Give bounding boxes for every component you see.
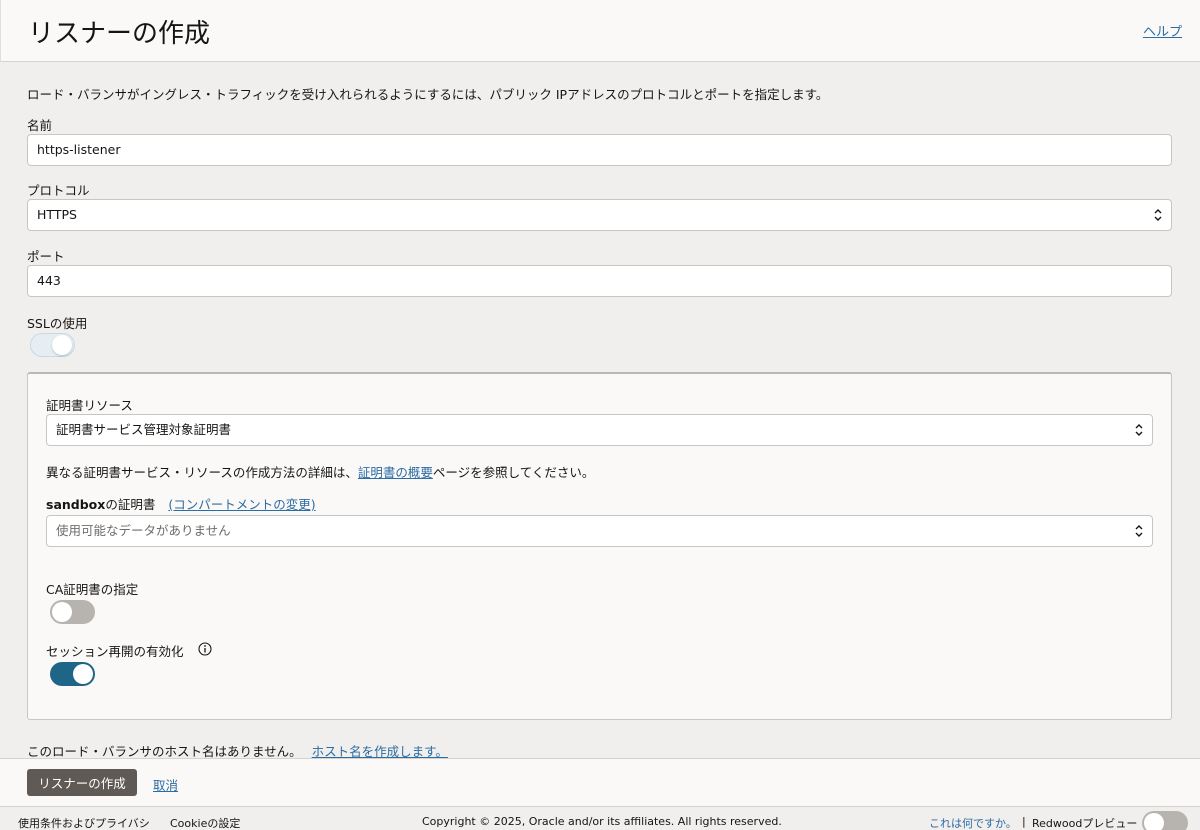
- help-link[interactable]: ヘルプ: [1143, 21, 1182, 40]
- port-label: ポート: [27, 249, 65, 264]
- ca-cert-toggle[interactable]: [50, 600, 95, 624]
- toggle-knob: [73, 664, 93, 684]
- protocol-select[interactable]: HTTPS: [27, 199, 1172, 231]
- session-resume-toggle[interactable]: [50, 662, 95, 686]
- certificate-label: sandboxの証明書 (コンパートメントの変更): [46, 494, 316, 513]
- ssl-label: SSLの使用: [27, 316, 88, 331]
- intro-text: ロード・バランサがイングレス・トラフィックを受け入れられるようにするには、パブリ…: [27, 87, 829, 102]
- ssl-toggle[interactable]: [30, 333, 75, 357]
- create-hostname-link[interactable]: ホスト名を作成します。: [312, 744, 448, 759]
- info-icon[interactable]: [198, 642, 212, 656]
- compartment-name: sandbox: [46, 497, 106, 512]
- name-label: 名前: [27, 118, 53, 133]
- redwood-preview-label: Redwoodプレビュー: [1032, 817, 1138, 830]
- terms-privacy-link[interactable]: 使用条件およびプライバシ: [18, 815, 150, 830]
- footer-separator: |: [1022, 815, 1026, 828]
- form-body: ロード・バランサがイングレス・トラフィックを受け入れられるようにするには、パブリ…: [0, 62, 1200, 759]
- cert-resource-label: 証明書リソース: [46, 398, 133, 413]
- copyright-text: Copyright © 2025, Oracle and/or its affi…: [422, 815, 782, 828]
- select-chevron-icon: [1135, 525, 1143, 537]
- cert-help-prefix: 異なる証明書サービス・リソースの作成方法の詳細は、: [46, 465, 358, 480]
- cert-resource-select[interactable]: 証明書サービス管理対象証明書: [46, 414, 1153, 446]
- session-resume-label-text: セッション再開の有効化: [46, 644, 184, 659]
- cert-resource-value: 証明書サービス管理対象証明書: [56, 422, 232, 437]
- cert-overview-link[interactable]: 証明書の概要: [358, 465, 433, 480]
- port-input[interactable]: 443: [27, 265, 1172, 297]
- select-chevron-icon: [1135, 424, 1143, 436]
- cert-help-suffix: ページを参照してください。: [432, 465, 595, 480]
- toggle-knob: [52, 335, 72, 355]
- page-title: リスナーの作成: [28, 19, 211, 49]
- ssl-settings-panel: 証明書リソース 証明書サービス管理対象証明書 異なる証明書サービス・リソースの作…: [27, 372, 1172, 720]
- what-is-this-link[interactable]: これは何ですか。: [929, 815, 1017, 830]
- toggle-knob: [1144, 813, 1164, 830]
- certificate-select[interactable]: 使用可能なデータがありません: [46, 515, 1153, 547]
- session-resume-label: セッション再開の有効化: [46, 641, 184, 660]
- protocol-select-value: HTTPS: [37, 207, 77, 222]
- cancel-link[interactable]: 取消: [153, 775, 178, 794]
- page-footer: 使用条件およびプライバシ Cookieの設定 Copyright © 2025,…: [0, 806, 1200, 830]
- cert-help-text: 異なる証明書サービス・リソースの作成方法の詳細は、証明書の概要ページを参照してく…: [46, 462, 594, 481]
- cookie-settings-link[interactable]: Cookieの設定: [170, 815, 240, 830]
- protocol-label: プロトコル: [27, 183, 90, 198]
- change-compartment-link[interactable]: (コンパートメントの変更): [168, 497, 315, 512]
- name-input[interactable]: https-listener: [27, 134, 1172, 166]
- toggle-knob: [52, 602, 72, 622]
- hostname-text: このロード・バランサのホスト名はありません。: [27, 744, 302, 759]
- action-bar: リスナーの作成 取消: [0, 758, 1200, 806]
- create-listener-button[interactable]: リスナーの作成: [27, 769, 137, 796]
- select-chevron-icon: [1154, 209, 1162, 221]
- ca-cert-label: CA証明書の指定: [46, 582, 139, 597]
- certificate-placeholder: 使用可能なデータがありません: [56, 523, 231, 538]
- redwood-preview-toggle[interactable]: [1142, 811, 1188, 830]
- page-header: リスナーの作成 ヘルプ: [0, 0, 1200, 62]
- certificate-label-text: の証明書: [105, 497, 156, 512]
